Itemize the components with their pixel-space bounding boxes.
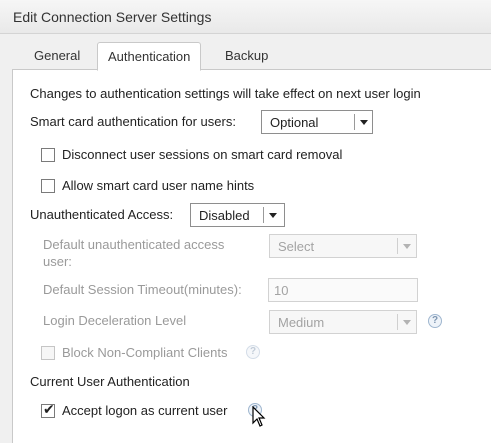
chevron-down-icon xyxy=(269,213,277,218)
smartcard-auth-label: Smart card authentication for users: xyxy=(30,114,236,129)
title-bar: Edit Connection Server Settings xyxy=(0,0,491,34)
help-icon[interactable]: ? xyxy=(246,345,260,359)
default-unauth-user-dropdown[interactable]: Select xyxy=(269,234,417,258)
smartcard-auth-value: Optional xyxy=(270,115,319,130)
accept-logon-current-user-checkbox[interactable]: ✔ xyxy=(41,401,55,418)
settings-notice: Changes to authentication settings will … xyxy=(30,86,421,101)
login-deceleration-dropdown[interactable]: Medium xyxy=(269,310,417,334)
chevron-down-icon xyxy=(403,244,411,249)
allow-name-hints-checkbox[interactable] xyxy=(41,179,55,193)
tab-backup[interactable]: Backup xyxy=(215,42,278,70)
mouse-pointer-icon xyxy=(252,406,266,427)
session-timeout-label: Default Session Timeout(minutes): xyxy=(43,282,242,297)
default-unauth-user-value: Select xyxy=(278,239,315,254)
block-noncompliant-label: Block Non-Compliant Clients xyxy=(62,345,228,360)
chevron-down-icon xyxy=(360,120,368,125)
current-user-auth-heading: Current User Authentication xyxy=(30,374,190,389)
accept-logon-current-user-label: Accept logon as current user xyxy=(62,403,228,418)
unauth-access-dropdown[interactable]: Disabled xyxy=(190,203,285,227)
unauth-access-value: Disabled xyxy=(199,208,250,223)
unauth-access-label: Unauthenticated Access: xyxy=(30,207,174,222)
default-unauth-user-label-cont: user: xyxy=(43,254,72,269)
disconnect-on-removal-checkbox[interactable] xyxy=(41,148,55,162)
tab-strip: General Authentication Backup xyxy=(0,42,491,71)
smartcard-auth-dropdown[interactable]: Optional xyxy=(261,110,373,134)
disconnect-on-removal-label: Disconnect user sessions on smart card r… xyxy=(62,147,343,162)
login-deceleration-value: Medium xyxy=(278,315,325,330)
tab-authentication[interactable]: Authentication xyxy=(97,42,202,71)
tab-general[interactable]: General xyxy=(24,42,90,70)
checkmark-icon: ✔ xyxy=(43,401,55,417)
login-deceleration-label: Login Deceleration Level xyxy=(43,313,187,328)
session-timeout-input[interactable]: 10 xyxy=(268,278,418,302)
block-noncompliant-checkbox[interactable] xyxy=(41,346,55,360)
window-title: Edit Connection Server Settings xyxy=(13,9,212,25)
help-icon[interactable]: ? xyxy=(428,314,442,328)
allow-name-hints-label: Allow smart card user name hints xyxy=(62,178,255,193)
default-unauth-user-label: Default unauthenticated access xyxy=(43,237,225,252)
session-timeout-value: 10 xyxy=(274,283,289,298)
chevron-down-icon xyxy=(403,320,411,325)
